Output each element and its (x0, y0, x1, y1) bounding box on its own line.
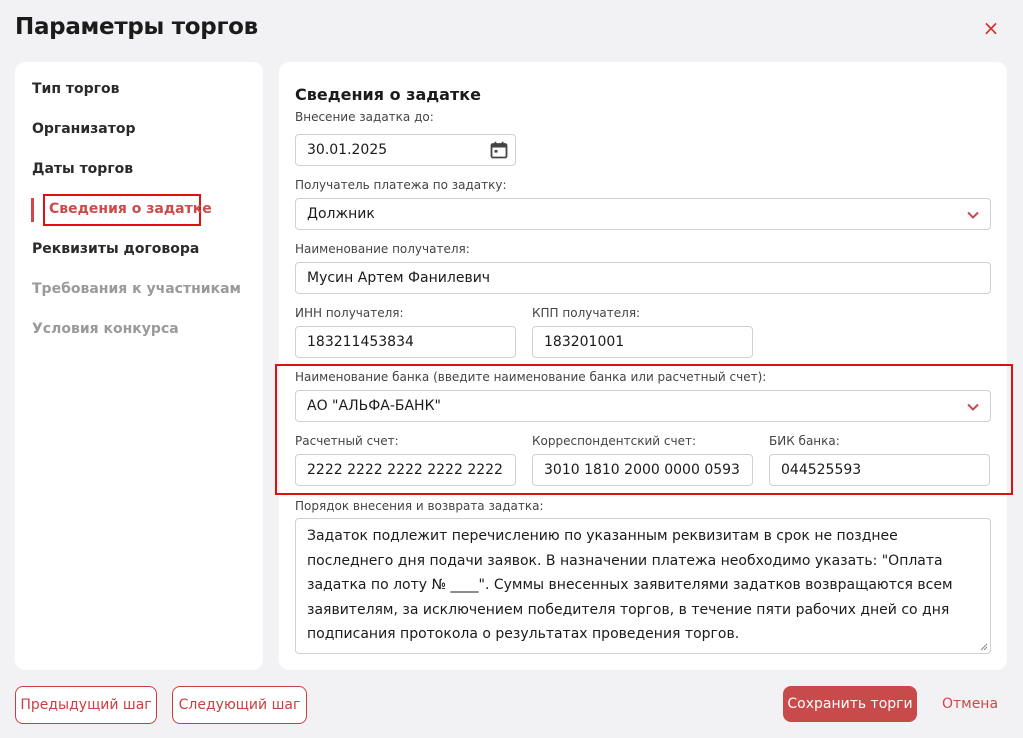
payee-type-label: Получатель платежа по задатку: (295, 178, 507, 192)
inn-label: ИНН получателя: (295, 306, 404, 320)
inn-value: 183211453834 (307, 334, 414, 350)
corr-account-value: 3010 1810 2000 0000 0593 (544, 462, 740, 478)
sidebar-item-deposit-info[interactable]: Сведения о задатке (49, 201, 212, 217)
deposit-due-value: 30.01.2025 (307, 142, 388, 158)
kpp-input[interactable]: 183201001 (532, 326, 753, 358)
sidebar-item-trade-dates[interactable]: Даты торгов (32, 161, 133, 177)
account-input[interactable]: 2222 2222 2222 2222 2222 (295, 454, 516, 486)
sidebar-item-contract-details[interactable]: Реквизиты договора (32, 241, 199, 257)
bank-name-select[interactable]: АО "АЛЬФА-БАНК" (295, 390, 991, 422)
sidebar-item-participant-requirements: Требования к участникам (32, 281, 241, 297)
bik-value: 044525593 (781, 462, 862, 478)
save-trade-button[interactable]: Сохранить торги (783, 686, 917, 722)
bik-input[interactable]: 044525593 (769, 454, 990, 486)
sidebar-item-organizer[interactable]: Организатор (32, 121, 136, 137)
close-icon[interactable]: × (982, 18, 1000, 38)
account-value: 2222 2222 2222 2222 2222 (307, 462, 503, 478)
payee-name-value: Мусин Артем Фанилевич (307, 270, 491, 286)
bik-label: БИК банка: (769, 434, 840, 448)
cancel-button[interactable]: Отмена (935, 686, 1005, 722)
account-label: Расчетный счет: (295, 434, 399, 448)
section-title: Сведения о задатке (295, 85, 481, 104)
kpp-label: КПП получателя: (532, 306, 641, 320)
corr-account-label: Корреспондентский счет: (532, 434, 696, 448)
corr-account-input[interactable]: 3010 1810 2000 0000 0593 (532, 454, 753, 486)
calendar-icon[interactable] (489, 140, 509, 160)
deposit-due-date-input[interactable]: 30.01.2025 (295, 134, 516, 166)
inn-input[interactable]: 183211453834 (295, 326, 516, 358)
resize-handle-icon[interactable] (980, 643, 988, 651)
bank-name-value: АО "АЛЬФА-БАНК" (307, 398, 441, 414)
sidebar-item-contest-conditions: Условия конкурса (32, 321, 179, 337)
procedure-textarea[interactable]: Задаток подлежит перечислению по указанн… (295, 518, 991, 654)
procedure-label: Порядок внесения и возврата задатка: (295, 499, 544, 513)
kpp-value: 183201001 (544, 334, 625, 350)
chevron-down-icon (967, 403, 979, 411)
bank-name-label: Наименование банка (введите наименование… (295, 370, 767, 384)
dialog-title: Параметры торгов (15, 14, 258, 40)
sidebar (15, 62, 263, 670)
payee-type-select[interactable]: Должник (295, 198, 991, 230)
deposit-due-label: Внесение задатка до: (295, 110, 434, 124)
procedure-text: Задаток подлежит перечислению по указанн… (307, 528, 953, 642)
next-step-button[interactable]: Следующий шаг (172, 686, 307, 724)
payee-type-value: Должник (307, 206, 375, 222)
chevron-down-icon (967, 211, 979, 219)
prev-step-button[interactable]: Предыдущий шаг (15, 686, 157, 724)
payee-name-input[interactable]: Мусин Артем Фанилевич (295, 262, 991, 294)
sidebar-active-indicator (31, 198, 34, 222)
sidebar-item-trade-type[interactable]: Тип торгов (32, 81, 119, 97)
payee-name-label: Наименование получателя: (295, 242, 470, 256)
